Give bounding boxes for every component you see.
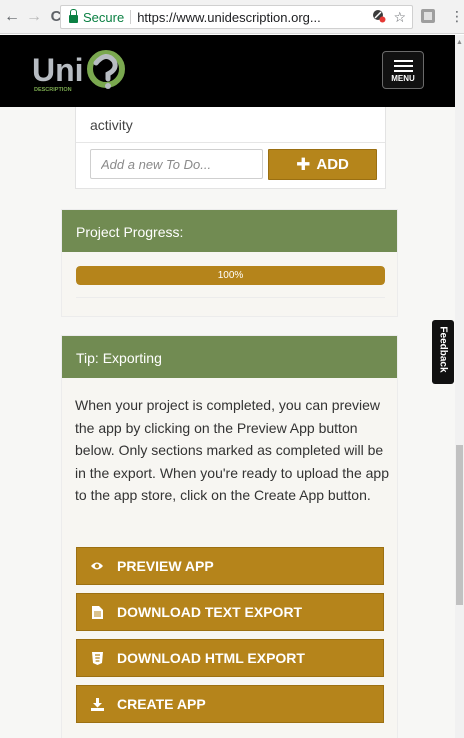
button-label: CREATE APP	[117, 696, 206, 712]
button-label: DOWNLOAD TEXT EXPORT	[117, 604, 303, 620]
divider	[76, 297, 385, 298]
url-text[interactable]: https://www.unidescription.org...	[137, 10, 321, 25]
scroll-up-arrow-icon[interactable]: ▲	[456, 39, 463, 46]
page-scrollbar[interactable]: ▲	[455, 35, 464, 738]
button-label: DOWNLOAD HTML EXPORT	[117, 650, 305, 666]
hamburger-bar	[394, 65, 413, 67]
lock-icon	[69, 9, 78, 23]
scroll-thumb[interactable]	[456, 445, 463, 605]
new-todo-input[interactable]	[90, 149, 263, 179]
todo-item: activity	[90, 117, 133, 133]
create-app-button[interactable]: CREATE APP	[76, 685, 384, 723]
file-icon	[77, 605, 117, 619]
browser-menu-icon[interactable]: ⋮	[450, 9, 464, 23]
svg-text:DESCRIPTION: DESCRIPTION	[34, 87, 72, 93]
panel-title: Tip: Exporting	[62, 336, 397, 378]
tip-exporting-panel: Tip: Exporting When your project is comp…	[61, 335, 398, 738]
tip-body: When your project is completed, you can …	[75, 397, 389, 503]
plus-icon: ✚	[296, 155, 311, 174]
menu-label: MENU	[391, 74, 415, 83]
secure-label: Secure	[83, 9, 125, 25]
hamburger-icon	[394, 60, 413, 62]
button-label: PREVIEW APP	[117, 558, 214, 574]
menu-button[interactable]: MENU	[382, 51, 424, 89]
hamburger-bar	[394, 70, 413, 72]
download-html-export-button[interactable]: DOWNLOAD HTML EXPORT	[76, 639, 384, 677]
progress-fill: 100%	[76, 266, 385, 285]
add-label: ADD	[316, 156, 349, 173]
address-separator	[130, 10, 132, 24]
page-content: Uni DESCRIPTION MENU activity ✚ ADD Proj…	[0, 35, 455, 738]
unidescription-logo[interactable]: Uni DESCRIPTION	[30, 47, 130, 93]
address-bar[interactable]: Secure https://www.unidescription.org...…	[60, 5, 413, 29]
extension-icon[interactable]	[421, 9, 435, 23]
forward-icon[interactable]: →	[24, 5, 44, 29]
browser-toolbar: ← → C Secure https://www.unidescription.…	[0, 0, 464, 34]
project-progress-panel: Project Progress: 100%	[61, 209, 398, 317]
download-text-export-button[interactable]: DOWNLOAD TEXT EXPORT	[76, 593, 384, 631]
eye-icon	[77, 561, 117, 571]
feedback-tab[interactable]: Feedback	[432, 320, 454, 384]
add-todo-button[interactable]: ✚ ADD	[268, 149, 377, 180]
site-header: Uni DESCRIPTION MENU	[0, 35, 455, 107]
progress-bar: 100%	[76, 266, 385, 285]
panel-title: Project Progress:	[62, 210, 397, 252]
divider	[76, 142, 385, 143]
site-settings-icon[interactable]	[372, 9, 386, 26]
download-icon	[77, 697, 117, 711]
html5-icon	[77, 651, 117, 665]
todo-card: activity ✚ ADD	[75, 107, 386, 189]
feedback-label: Feedback	[437, 326, 449, 373]
back-icon[interactable]: ←	[2, 5, 22, 29]
bookmark-star-icon[interactable]: ☆	[393, 9, 406, 26]
preview-app-button[interactable]: PREVIEW APP	[76, 547, 384, 585]
svg-text:Uni: Uni	[32, 52, 84, 88]
